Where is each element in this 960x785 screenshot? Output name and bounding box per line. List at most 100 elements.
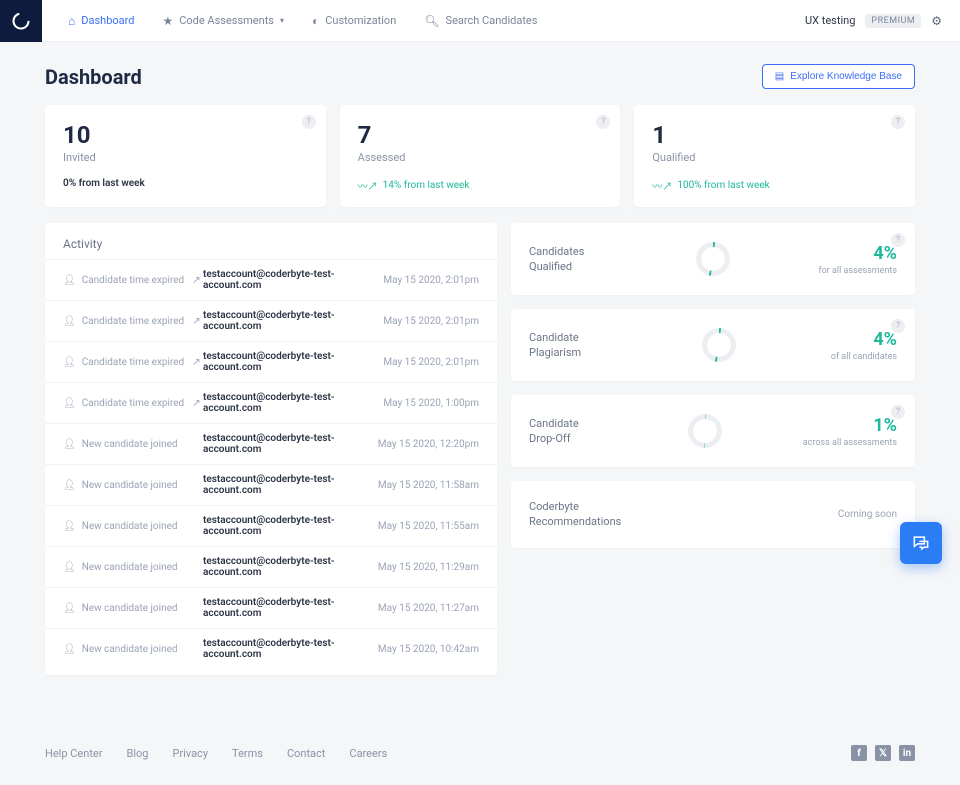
user-icon: 👤︎: [63, 644, 76, 655]
user-icon: 👤︎: [63, 480, 76, 491]
facebook-icon[interactable]: f: [851, 745, 867, 761]
trend-up-icon: 〰↗: [652, 178, 672, 193]
activity-email: testaccount@coderbyte-test-account.com: [203, 556, 378, 578]
activity-time: May 15 2020, 11:27am: [378, 603, 479, 614]
activity-event: Candidate time expired: [82, 398, 184, 409]
activity-event: New candidate joined: [82, 521, 178, 532]
activity-event: New candidate joined: [82, 562, 178, 573]
user-icon: 👤︎: [63, 521, 76, 532]
info-icon[interactable]: ?: [891, 115, 905, 129]
activity-row[interactable]: 👤︎New candidate joined testaccount@coder…: [45, 628, 497, 669]
stat-label: Invited: [63, 151, 308, 164]
activity-row[interactable]: 👤︎ New candidate joined testaccount@coder…: [45, 464, 497, 505]
search-icon: 🔍︎: [424, 14, 439, 28]
stat-trend: 〰↗100% from last week: [652, 178, 897, 193]
activity-event: New candidate joined: [82, 439, 178, 450]
activity-event: Candidate time expired: [82, 275, 184, 286]
metric-subtitle: for all assessments: [818, 266, 897, 276]
activity-row[interactable]: 👤︎Candidate time expired↗ testaccount@co…: [45, 259, 497, 300]
external-link-icon: ↗: [192, 316, 200, 327]
stat-trend: 0% from last week: [63, 178, 308, 189]
activity-time: May 15 2020, 11:55am: [378, 521, 479, 532]
nav-dashboard[interactable]: ⌂Dashboard: [68, 14, 134, 28]
explore-knowledge-button[interactable]: ▤Explore Knowledge Base: [762, 64, 915, 89]
info-icon[interactable]: ?: [891, 319, 905, 333]
linkedin-icon[interactable]: in: [899, 745, 915, 761]
activity-event: New candidate joined: [82, 480, 178, 491]
metric-card: ? CandidateDrop-Off 1% across all assessm…: [511, 395, 915, 467]
metric-title: CoderbyteRecommendations: [529, 499, 621, 530]
metric-percent: 4%: [818, 243, 897, 264]
stat-number: 1: [652, 121, 897, 149]
stat-number: 7: [358, 121, 603, 149]
activity-time: May 15 2020, 2:01pm: [383, 357, 479, 368]
stat-trend: 〰↗14% from last week: [358, 178, 603, 193]
activity-row[interactable]: 👤︎New candidate joined testaccount@coder…: [45, 587, 497, 628]
activity-time: May 15 2020, 1:00pm: [383, 398, 479, 409]
chat-button[interactable]: [900, 522, 942, 564]
metric-percent: 4%: [831, 329, 897, 350]
activity-email: testaccount@coderbyte-test-account.com: [203, 310, 383, 332]
info-icon[interactable]: ?: [891, 405, 905, 419]
activity-email: testaccount@coderbyte-test-account.com: [203, 392, 383, 414]
info-icon[interactable]: ?: [302, 115, 316, 129]
footer-link[interactable]: Help Center: [45, 747, 103, 760]
info-icon[interactable]: ?: [596, 115, 610, 129]
activity-event: New candidate joined: [82, 644, 178, 655]
stat-number: 10: [63, 121, 308, 149]
activity-email: testaccount@coderbyte-test-account.com: [203, 515, 378, 537]
user-icon: 👤︎: [63, 275, 76, 286]
footer-link[interactable]: Privacy: [172, 747, 208, 760]
footer-link[interactable]: Contact: [287, 747, 325, 760]
stat-card: ? 1 Qualified 〰↗100% from last week: [634, 105, 915, 207]
external-link-icon: ↗: [192, 398, 200, 409]
gear-icon[interactable]: ⚙: [931, 14, 942, 28]
activity-row[interactable]: 👤︎ Candidate time expired ↗ testaccount@co…: [45, 300, 497, 341]
footer-link[interactable]: Careers: [349, 747, 387, 760]
stat-label: Assessed: [358, 151, 603, 164]
activity-title: Activity: [45, 237, 497, 259]
activity-time: May 15 2020, 2:01pm: [383, 275, 479, 286]
metric-subtitle: of all candidates: [831, 352, 897, 362]
user-icon: 👤︎: [63, 398, 76, 409]
metric-subtitle: across all assessments: [803, 438, 897, 448]
nav-search[interactable]: 🔍︎Search Candidates: [424, 14, 537, 28]
premium-badge: PREMIUM: [865, 14, 921, 28]
nav-customization[interactable]: ◐Customization: [312, 14, 396, 28]
activity-time: May 15 2020, 11:29am: [378, 562, 479, 573]
twitter-icon[interactable]: 𝕏: [875, 745, 891, 761]
home-icon: ⌂: [68, 14, 75, 28]
activity-row[interactable]: 👤︎ Candidate time expired ↗ testaccount@co…: [45, 382, 497, 423]
activity-row[interactable]: 👤︎New candidate joined testaccount@coder…: [45, 546, 497, 587]
stat-label: Qualified: [652, 151, 897, 164]
metric-title: CandidateDrop-Off: [529, 416, 607, 447]
activity-email: testaccount@coderbyte-test-account.com: [203, 351, 383, 373]
footer-link[interactable]: Terms: [232, 747, 263, 760]
external-link-icon: ↗: [192, 275, 200, 286]
stat-card: ? 10 Invited 0% from last week: [45, 105, 326, 207]
external-link-icon: ↗: [192, 357, 200, 368]
account-name[interactable]: UX testing: [805, 14, 855, 27]
footer-link[interactable]: Blog: [127, 747, 149, 760]
activity-event: New candidate joined: [82, 603, 178, 614]
activity-event: Candidate time expired: [82, 316, 184, 327]
palette-icon: ◐: [312, 14, 319, 28]
book-icon: ▤: [775, 71, 784, 82]
star-icon: ★: [162, 14, 173, 28]
user-icon: 👤︎: [63, 357, 76, 368]
metric-card: ? CandidatePlagiarism 4% of all candidate…: [511, 309, 915, 381]
user-icon: 👤︎: [63, 316, 76, 327]
trend-up-icon: 〰↗: [358, 178, 378, 193]
user-icon: 👤︎: [63, 439, 76, 450]
activity-row[interactable]: 👤︎ New candidate joined testaccount@coder…: [45, 505, 497, 546]
metric-title: CandidatesQualified: [529, 244, 607, 275]
metric-title: CandidatePlagiarism: [529, 330, 607, 361]
activity-email: testaccount@coderbyte-test-account.com: [203, 474, 378, 496]
info-icon[interactable]: ?: [891, 233, 905, 247]
metric-percent: 1%: [803, 415, 897, 436]
app-logo[interactable]: [0, 0, 42, 42]
activity-time: May 15 2020, 2:01pm: [383, 316, 479, 327]
activity-row[interactable]: 👤︎New candidate joined testaccount@coder…: [45, 423, 497, 464]
nav-assessments[interactable]: ★Code Assessments▾: [162, 14, 284, 28]
activity-row[interactable]: 👤︎Candidate time expired↗ testaccount@co…: [45, 341, 497, 382]
